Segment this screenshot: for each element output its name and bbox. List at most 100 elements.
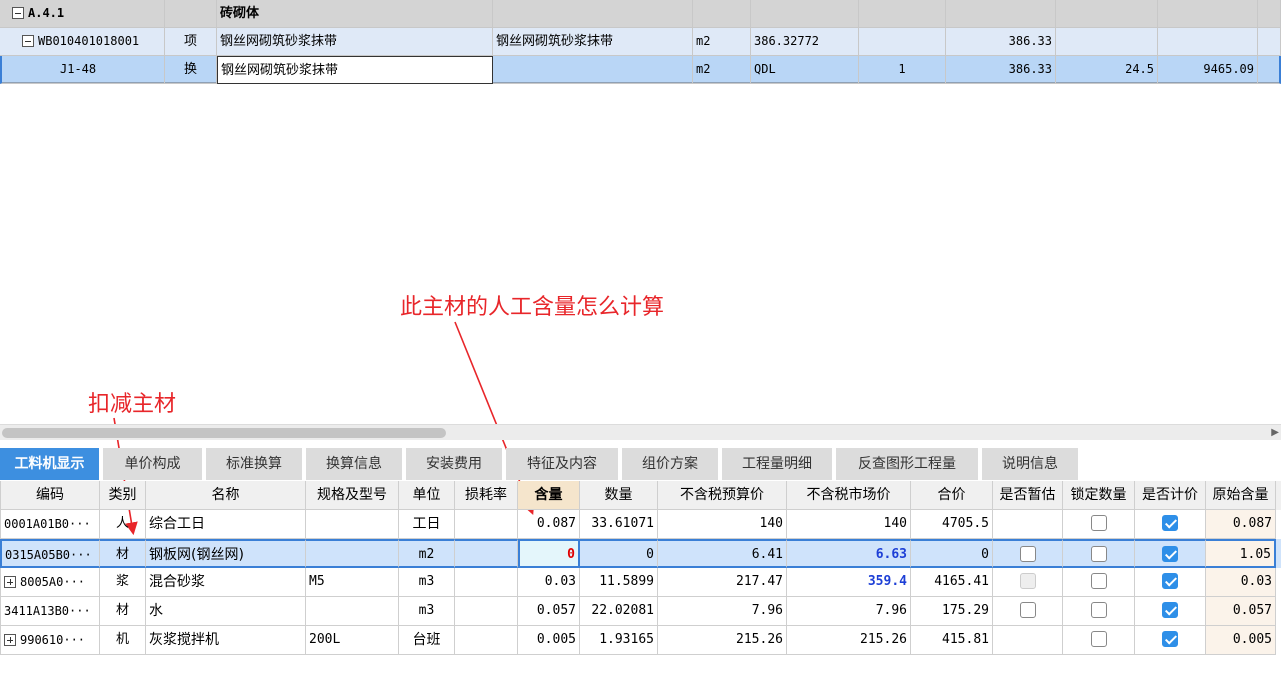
top-row-bill-item[interactable]: WB010401018001 项 钢丝网砌筑砂浆抹带 钢丝网砌筑砂浆抹带 m2 …: [0, 28, 1281, 56]
unit-cell[interactable]: m3: [399, 568, 455, 597]
table-row[interactable]: 3411A13B0··· 材 水 m3 0.057 22.02081 7.96 …: [0, 597, 1281, 626]
name-cell[interactable]: 灰浆搅拌机: [146, 626, 306, 655]
bill-content-cell[interactable]: [859, 28, 946, 56]
category-cell[interactable]: 人: [100, 510, 146, 539]
lock-quantity-checkbox[interactable]: [1090, 601, 1107, 618]
bill-code-cell[interactable]: WB010401018001: [0, 28, 165, 56]
bill-unit-cell[interactable]: m2: [693, 28, 751, 56]
category-cell[interactable]: 机: [100, 626, 146, 655]
table-row[interactable]: 990610··· 机 灰浆搅拌机 200L 台班 0.005 1.93165 …: [0, 626, 1281, 655]
table-row[interactable]: 8005A0··· 浆 混合砂浆 M5 m3 0.03 11.5899 217.…: [0, 568, 1281, 597]
tab-pricing-scheme[interactable]: 组价方案: [622, 448, 720, 480]
budget-price-cell[interactable]: 215.26: [658, 626, 787, 655]
quota-feature-cell[interactable]: [493, 56, 693, 84]
spec-cell[interactable]: 200L: [306, 626, 399, 655]
code-cell[interactable]: 8005A0···: [0, 568, 100, 597]
code-cell[interactable]: 0315A05B0···: [0, 539, 100, 568]
priced-checkbox[interactable]: [1162, 601, 1178, 618]
content-cell[interactable]: 0.03: [518, 568, 580, 597]
lock-quantity-checkbox[interactable]: [1090, 514, 1107, 531]
scrollbar-thumb[interactable]: [2, 428, 446, 438]
tab-quantity-detail[interactable]: 工程量明细: [722, 448, 834, 480]
total-cell[interactable]: 0: [911, 539, 993, 568]
original-content-cell[interactable]: 0.005: [1206, 626, 1276, 655]
provisional-checkbox[interactable]: [1019, 545, 1036, 562]
priced-checkbox[interactable]: [1162, 514, 1178, 531]
bill-name-cell[interactable]: 钢丝网砌筑砂浆抹带: [217, 28, 493, 56]
lock-quantity-checkbox[interactable]: [1090, 572, 1107, 589]
total-cell[interactable]: 4165.41: [911, 568, 993, 597]
spec-cell[interactable]: [306, 539, 399, 568]
content-cell[interactable]: 0.057: [518, 597, 580, 626]
scroll-right-icon[interactable]: ▶: [1271, 427, 1279, 438]
loss-cell[interactable]: [455, 626, 518, 655]
content-input[interactable]: 0: [518, 539, 580, 568]
quantity-cell[interactable]: 0: [580, 539, 658, 568]
budget-price-cell[interactable]: 217.47: [658, 568, 787, 597]
col-content[interactable]: 含量: [518, 481, 580, 510]
priced-checkbox[interactable]: [1162, 572, 1178, 589]
quota-extra-cell[interactable]: [1258, 56, 1281, 84]
col-priced[interactable]: 是否计价: [1135, 481, 1206, 510]
collapse-icon[interactable]: [22, 34, 34, 47]
loss-cell[interactable]: [455, 568, 518, 597]
lock-quantity-checkbox[interactable]: [1090, 545, 1107, 562]
quota-price-cell[interactable]: 24.5: [1056, 56, 1158, 84]
expand-icon[interactable]: [4, 575, 16, 588]
name-cell[interactable]: 混合砂浆: [146, 568, 306, 597]
tab-reverse-graphic-quantity[interactable]: 反查图形工程量: [836, 448, 980, 480]
category-cell[interactable]: 浆: [100, 568, 146, 597]
total-cell[interactable]: 4705.5: [911, 510, 993, 539]
col-quantity[interactable]: 数量: [580, 481, 658, 510]
table-row-selected[interactable]: 0315A05B0··· 材 钢板网(钢丝网) m2 0 0 6.41 6.63…: [0, 539, 1281, 568]
quota-type-cell[interactable]: 换: [165, 56, 217, 84]
category-cell[interactable]: 材: [100, 597, 146, 626]
content-cell[interactable]: 0.087: [518, 510, 580, 539]
quantity-cell[interactable]: 33.61071: [580, 510, 658, 539]
bill-expr-cell[interactable]: 386.32772: [751, 28, 859, 56]
code-cell[interactable]: 3411A13B0···: [0, 597, 100, 626]
loss-cell[interactable]: [455, 539, 518, 568]
quantity-cell[interactable]: 11.5899: [580, 568, 658, 597]
quota-expr-cell[interactable]: QDL: [751, 56, 859, 84]
quantity-cell[interactable]: 22.02081: [580, 597, 658, 626]
quota-code-cell[interactable]: J1-48: [0, 56, 165, 84]
col-unit[interactable]: 单位: [399, 481, 455, 510]
name-cell[interactable]: 综合工日: [146, 510, 306, 539]
section-type-cell[interactable]: [165, 0, 217, 28]
tab-features-content[interactable]: 特征及内容: [506, 448, 620, 480]
section-total-cell[interactable]: [1158, 0, 1258, 28]
section-price-cell[interactable]: [1056, 0, 1158, 28]
category-cell[interactable]: 材: [100, 539, 146, 568]
section-feature-cell[interactable]: [493, 0, 693, 28]
spec-cell[interactable]: [306, 597, 399, 626]
col-lock-quantity[interactable]: 锁定数量: [1063, 481, 1135, 510]
tab-description-info[interactable]: 说明信息: [982, 448, 1080, 480]
quota-name-input[interactable]: 钢丝网砌筑砂浆抹带: [217, 56, 493, 84]
code-cell[interactable]: 0001A01B0···: [0, 510, 100, 539]
loss-cell[interactable]: [455, 510, 518, 539]
budget-price-cell[interactable]: 7.96: [658, 597, 787, 626]
market-price-cell[interactable]: 7.96: [787, 597, 911, 626]
section-extra-cell[interactable]: [1258, 0, 1281, 28]
market-price-cell[interactable]: 140: [787, 510, 911, 539]
col-market-price[interactable]: 不含税市场价: [787, 481, 911, 510]
market-price-cell[interactable]: 215.26: [787, 626, 911, 655]
code-cell[interactable]: 990610···: [0, 626, 100, 655]
bill-extra-cell[interactable]: [1258, 28, 1281, 56]
unit-cell[interactable]: m3: [399, 597, 455, 626]
expand-icon[interactable]: [4, 633, 16, 646]
bill-total-cell[interactable]: [1158, 28, 1258, 56]
tab-standard-conversion[interactable]: 标准换算: [206, 448, 304, 480]
loss-cell[interactable]: [455, 597, 518, 626]
horizontal-scrollbar[interactable]: ▶: [0, 424, 1281, 440]
market-price-cell[interactable]: 359.4: [787, 568, 911, 597]
market-price-cell[interactable]: 6.63: [787, 539, 911, 568]
spec-cell[interactable]: M5: [306, 568, 399, 597]
col-loss-rate[interactable]: 损耗率: [455, 481, 518, 510]
quota-qty-cell[interactable]: 386.33: [946, 56, 1056, 84]
quota-unit-cell[interactable]: m2: [693, 56, 751, 84]
bill-qty-cell[interactable]: 386.33: [946, 28, 1056, 56]
original-content-cell[interactable]: 1.05: [1206, 539, 1276, 568]
section-code-cell[interactable]: A.4.1: [0, 0, 165, 28]
